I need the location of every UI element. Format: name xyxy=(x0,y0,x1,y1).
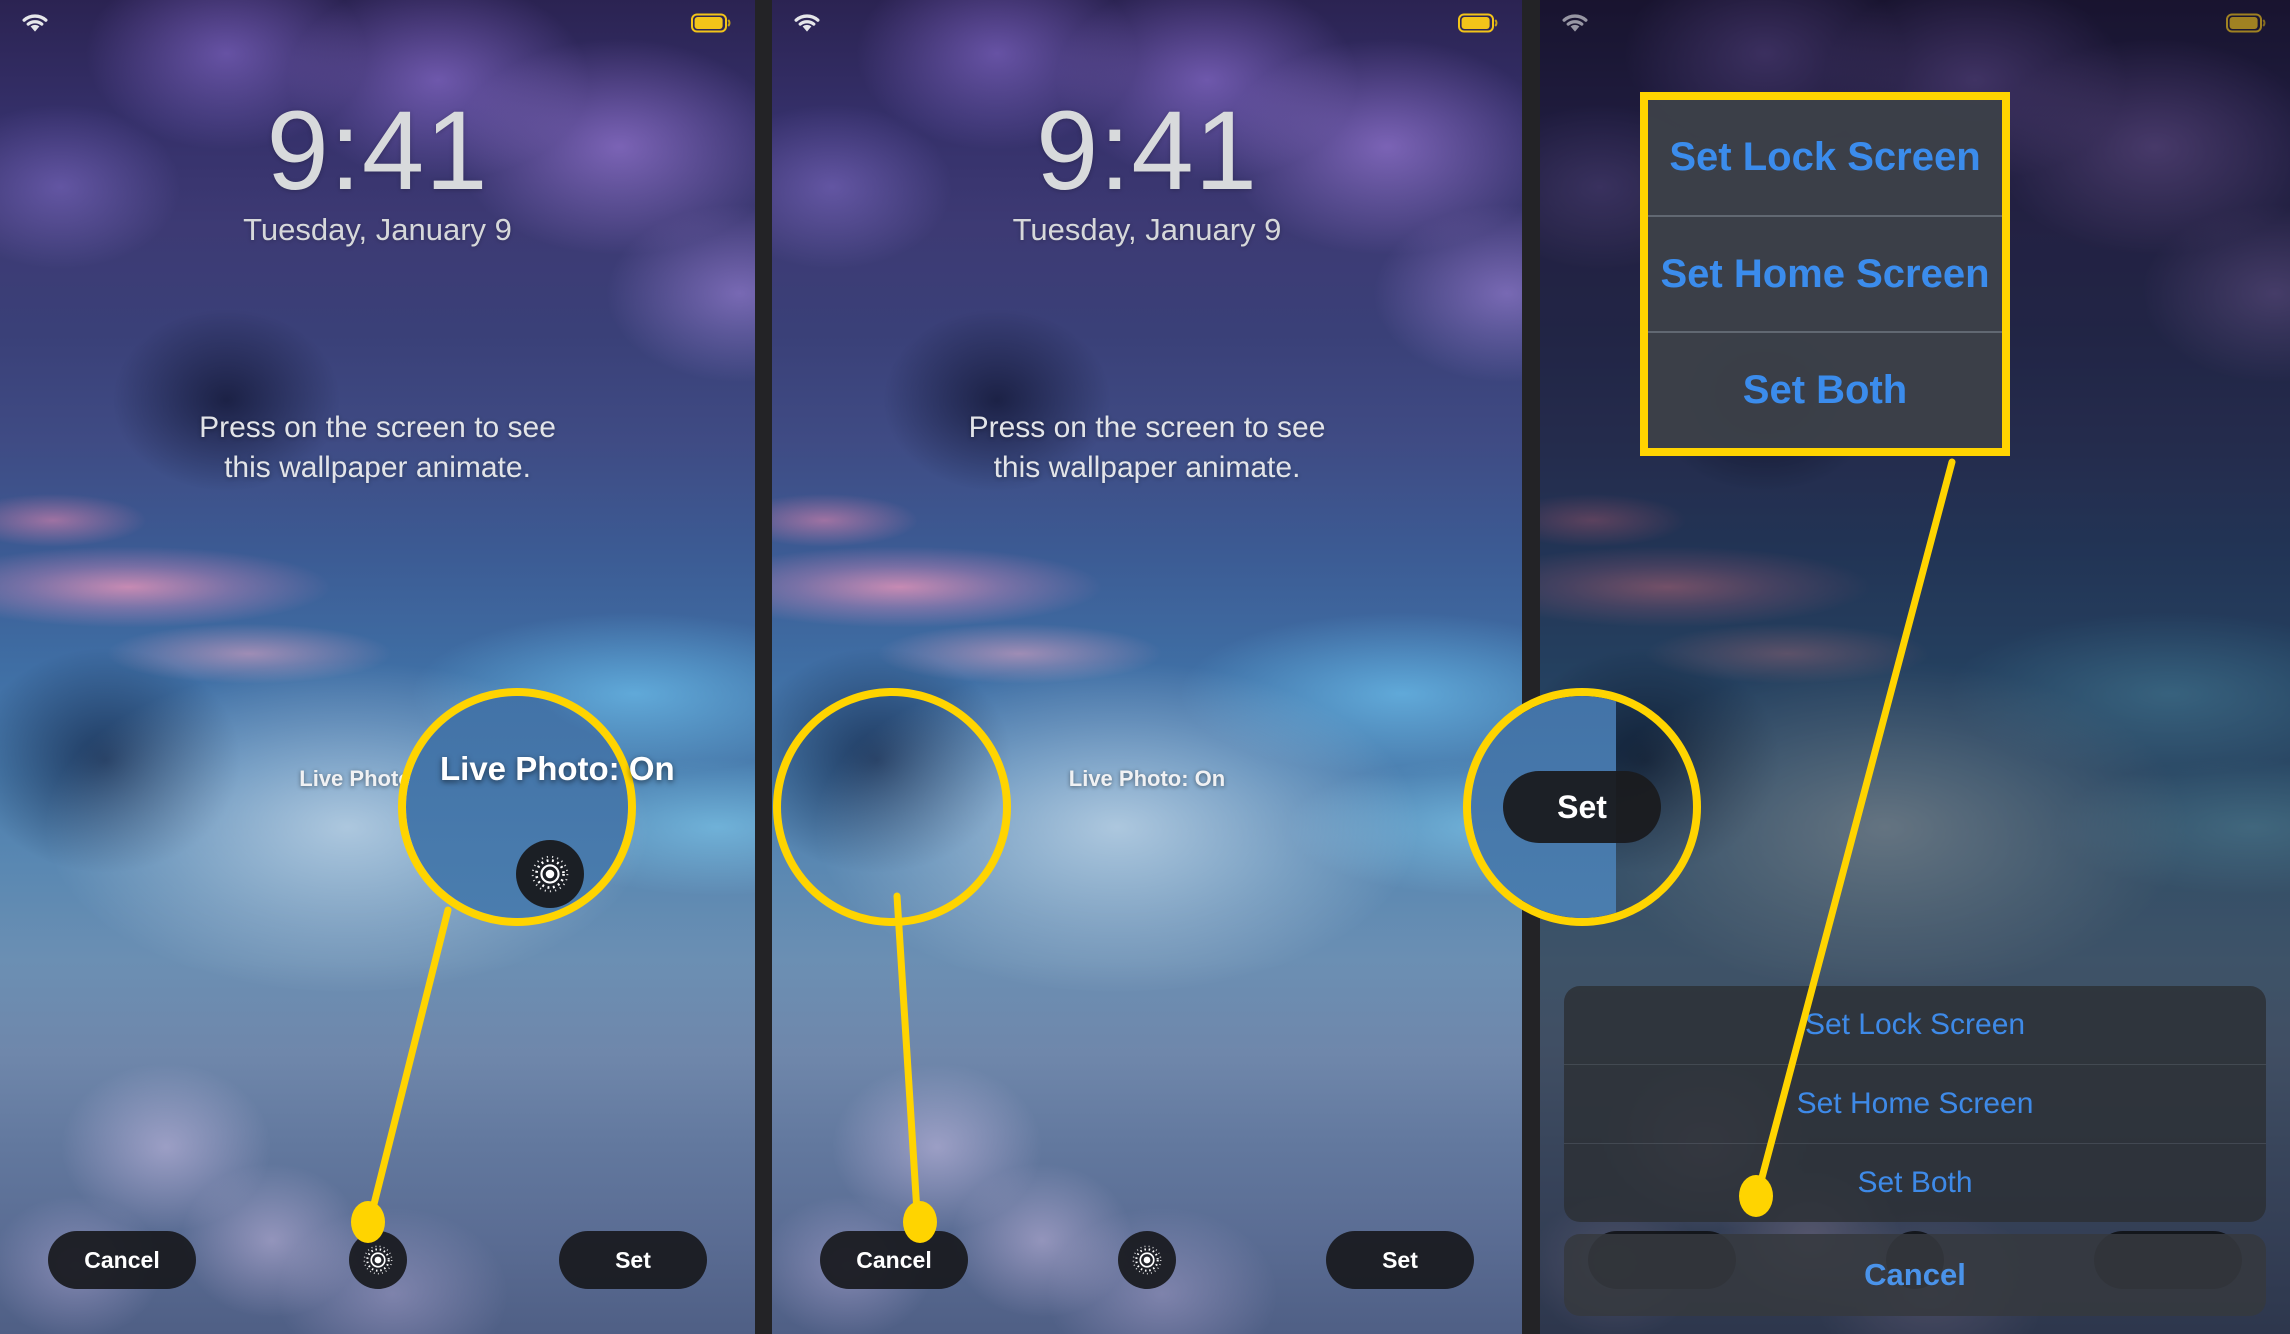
wallpaper-hint-text: Press on the screen to see this wallpape… xyxy=(0,408,755,488)
live-photo-icon xyxy=(1132,1245,1162,1275)
hint-line-1: Press on the screen to see xyxy=(199,411,556,444)
action-sheet-cancel-button[interactable]: Cancel xyxy=(1564,1234,2266,1316)
panel-step-1: 9:41 Tuesday, January 9 Press on the scr… xyxy=(0,0,755,1334)
lock-screen-date: Tuesday, January 9 xyxy=(243,212,512,247)
lock-screen-clock: 9:41 xyxy=(1036,88,1258,213)
action-sheet-set-home-screen[interactable]: Set Home Screen xyxy=(1564,1065,2266,1144)
callout-magnifier-live-photo xyxy=(398,688,636,926)
panel-step-2: 9:41 Tuesday, January 9 Press on the scr… xyxy=(772,0,1522,1334)
lock-screen-date: Tuesday, January 9 xyxy=(1012,212,1282,247)
cancel-button[interactable]: Cancel xyxy=(820,1231,968,1289)
tutorial-screenshot: 9:41 Tuesday, January 9 Press on the scr… xyxy=(0,0,2290,1334)
battery-icon xyxy=(691,13,733,33)
lock-screen-clock: 9:41 xyxy=(266,88,489,213)
live-photo-icon xyxy=(531,855,569,893)
panel-divider-1 xyxy=(755,0,772,1334)
magnified-live-photo-toggle[interactable] xyxy=(516,840,584,908)
wifi-icon xyxy=(792,12,822,34)
panel-divider-2 xyxy=(1522,0,1540,1334)
wifi-icon xyxy=(20,12,50,34)
wifi-icon xyxy=(1560,12,1590,34)
callout-magnifier-set xyxy=(773,688,1011,926)
wallpaper-action-bar: Cancel Set xyxy=(0,1231,755,1289)
hint-line-2: this wallpaper animate. xyxy=(993,451,1301,485)
live-photo-toggle-button[interactable] xyxy=(1118,1231,1176,1289)
status-bar xyxy=(0,0,755,40)
set-button[interactable]: Set xyxy=(559,1231,707,1289)
status-bar xyxy=(772,0,1522,40)
battery-icon xyxy=(2226,13,2268,33)
battery-icon xyxy=(1458,13,1500,33)
callout-magnified-action-menu: Set Lock Screen Set Home Screen Set Both xyxy=(1640,92,2010,456)
hint-line-1: Press on the screen to see xyxy=(968,411,1326,444)
wallpaper-hint-text: Press on the screen to see this wallpape… xyxy=(772,408,1522,488)
action-sheet-options: Set Lock Screen Set Home Screen Set Both xyxy=(1564,986,2266,1222)
wallpaper-action-bar: Cancel Set xyxy=(772,1231,1522,1289)
magnified-set-home-screen[interactable]: Set Home Screen xyxy=(1648,217,2002,334)
magnified-set-lock-screen[interactable]: Set Lock Screen xyxy=(1648,100,2002,217)
live-photo-toggle-button[interactable] xyxy=(348,1231,407,1289)
magnified-set-both[interactable]: Set Both xyxy=(1648,333,2002,448)
set-button[interactable]: Set xyxy=(1326,1231,1474,1289)
hint-line-2: this wallpaper animate. xyxy=(224,451,531,485)
status-bar xyxy=(1540,0,2290,40)
cancel-button[interactable]: Cancel xyxy=(48,1231,196,1289)
action-sheet-set-lock-screen[interactable]: Set Lock Screen xyxy=(1564,986,2266,1065)
magnified-live-photo-label: Live Photo: On xyxy=(440,750,675,787)
action-sheet-set-both[interactable]: Set Both xyxy=(1564,1144,2266,1222)
set-wallpaper-action-sheet: Set Lock Screen Set Home Screen Set Both… xyxy=(1564,986,2266,1316)
live-photo-icon xyxy=(363,1245,393,1275)
magnified-set-button[interactable]: Set xyxy=(1503,771,1661,843)
